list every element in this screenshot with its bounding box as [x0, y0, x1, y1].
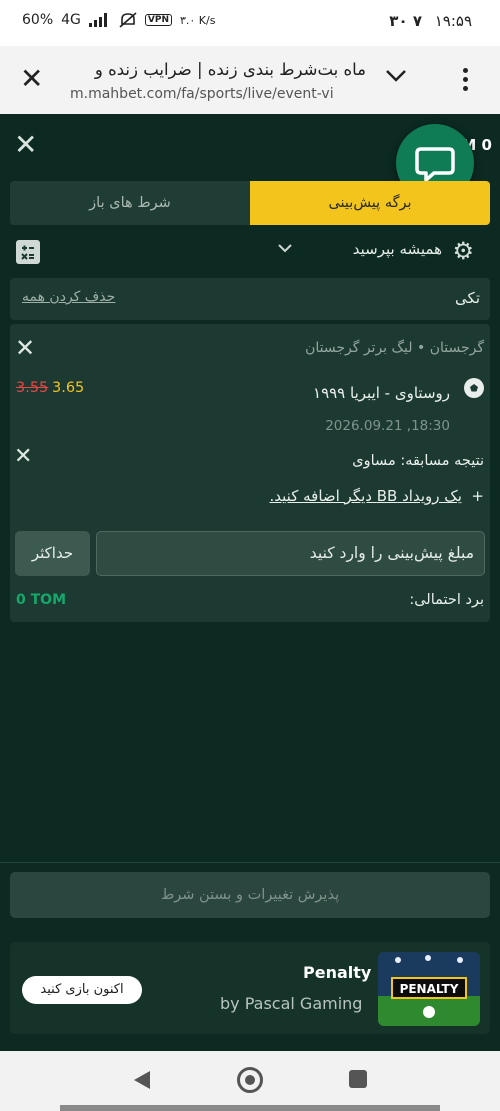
mute-icon [119, 12, 137, 28]
match-name: روستاوی - ایبریا ۱۹۹۹ [313, 384, 450, 402]
tab-betslip[interactable]: برگه پیش‌بینی [250, 181, 490, 225]
remove-result-icon[interactable]: ✕ [14, 446, 32, 468]
bet-selection-card [10, 324, 490, 622]
stake-placeholder: مبلغ پیش‌بینی را وارد کنید [309, 544, 474, 562]
league-name: گرجستان • لیگ برتر گرجستان [305, 340, 484, 356]
chevron-down-icon[interactable] [384, 68, 408, 84]
close-tab-icon[interactable]: ✕ [20, 64, 43, 94]
bet-type-label: تکی [455, 289, 480, 307]
home-icon[interactable] [237, 1067, 263, 1093]
calculator-icon[interactable] [16, 240, 40, 264]
betslip-tabs: شرط های باز برگه پیش‌بینی [10, 181, 490, 225]
old-odds: 3.55 [16, 380, 49, 396]
recent-apps-icon[interactable] [349, 1070, 367, 1088]
vpn-badge: VPN [144, 14, 172, 26]
close-betslip-icon[interactable]: ✕ [14, 130, 37, 160]
promo-thumbnail: PENALTY [378, 952, 480, 1026]
remove-selection-icon[interactable]: ✕ [15, 336, 35, 360]
status-left: 60% 4G VPN ۳.۰ K/s [22, 12, 215, 28]
delete-all-link[interactable]: حذف کردن همه [22, 289, 115, 305]
network-speed: ۳.۰ K/s [179, 13, 216, 27]
divider [0, 862, 500, 863]
accept-changes-button[interactable]: پذیرش تغییرات و بستن شرط [10, 872, 490, 918]
status-date: ۳۰ ۷ [389, 12, 422, 30]
odds-change-setting[interactable]: همیشه بپرسید [353, 240, 442, 258]
more-menu-icon[interactable] [458, 64, 472, 98]
add-event-label: یک رویداد BB دیگر اضافه کنید. [269, 487, 462, 505]
browser-toolbar: ✕ ماه بت‌شرط بندی زنده | ضرایب زنده و m.… [0, 46, 500, 114]
system-nav-bar [0, 1051, 500, 1111]
new-odds: 3.65 [52, 380, 85, 396]
play-now-button[interactable]: اکنون بازی کنید [22, 976, 142, 1004]
market-result: نتیجه مسابقه: مساوی [352, 453, 484, 469]
network-indicator: 4G [61, 12, 81, 28]
tab-open-bets[interactable]: شرط های باز [10, 181, 250, 225]
gear-icon[interactable]: ⚙ [452, 239, 474, 263]
battery-indicator: 60% [22, 12, 54, 28]
page-title: ماه بت‌شرط بندی زنده | ضرایب زنده و [94, 60, 366, 79]
potential-win-label: برد احتمالی: [409, 592, 484, 608]
plus-icon: + [471, 487, 484, 505]
promo-subtitle: by Pascal Gaming [220, 994, 363, 1013]
signal-icon [88, 13, 107, 27]
status-bar: 60% 4G VPN ۳.۰ K/s ۳۰ ۷ ۱۹:۵۹ [0, 0, 500, 46]
football-icon [464, 378, 484, 398]
url-address[interactable]: m.mahbet.com/fa/sports/live/event-vi [70, 86, 366, 102]
promo-title: Penalty [303, 963, 372, 982]
promo-thumb-text: PENALTY [400, 982, 459, 996]
back-icon[interactable] [132, 1069, 152, 1091]
gesture-handle [60, 1105, 440, 1111]
match-datetime: 2026.09.21 ,18:30 [325, 418, 450, 434]
potential-win-value: 0 TOM [16, 592, 66, 608]
status-time: ۱۹:۵۹ [434, 12, 472, 30]
add-event-link[interactable]: + یک رویداد BB دیگر اضافه کنید. [270, 487, 485, 505]
max-stake-button[interactable]: حداکثر [15, 531, 90, 576]
odds-setting-chevron-icon[interactable] [276, 242, 294, 256]
